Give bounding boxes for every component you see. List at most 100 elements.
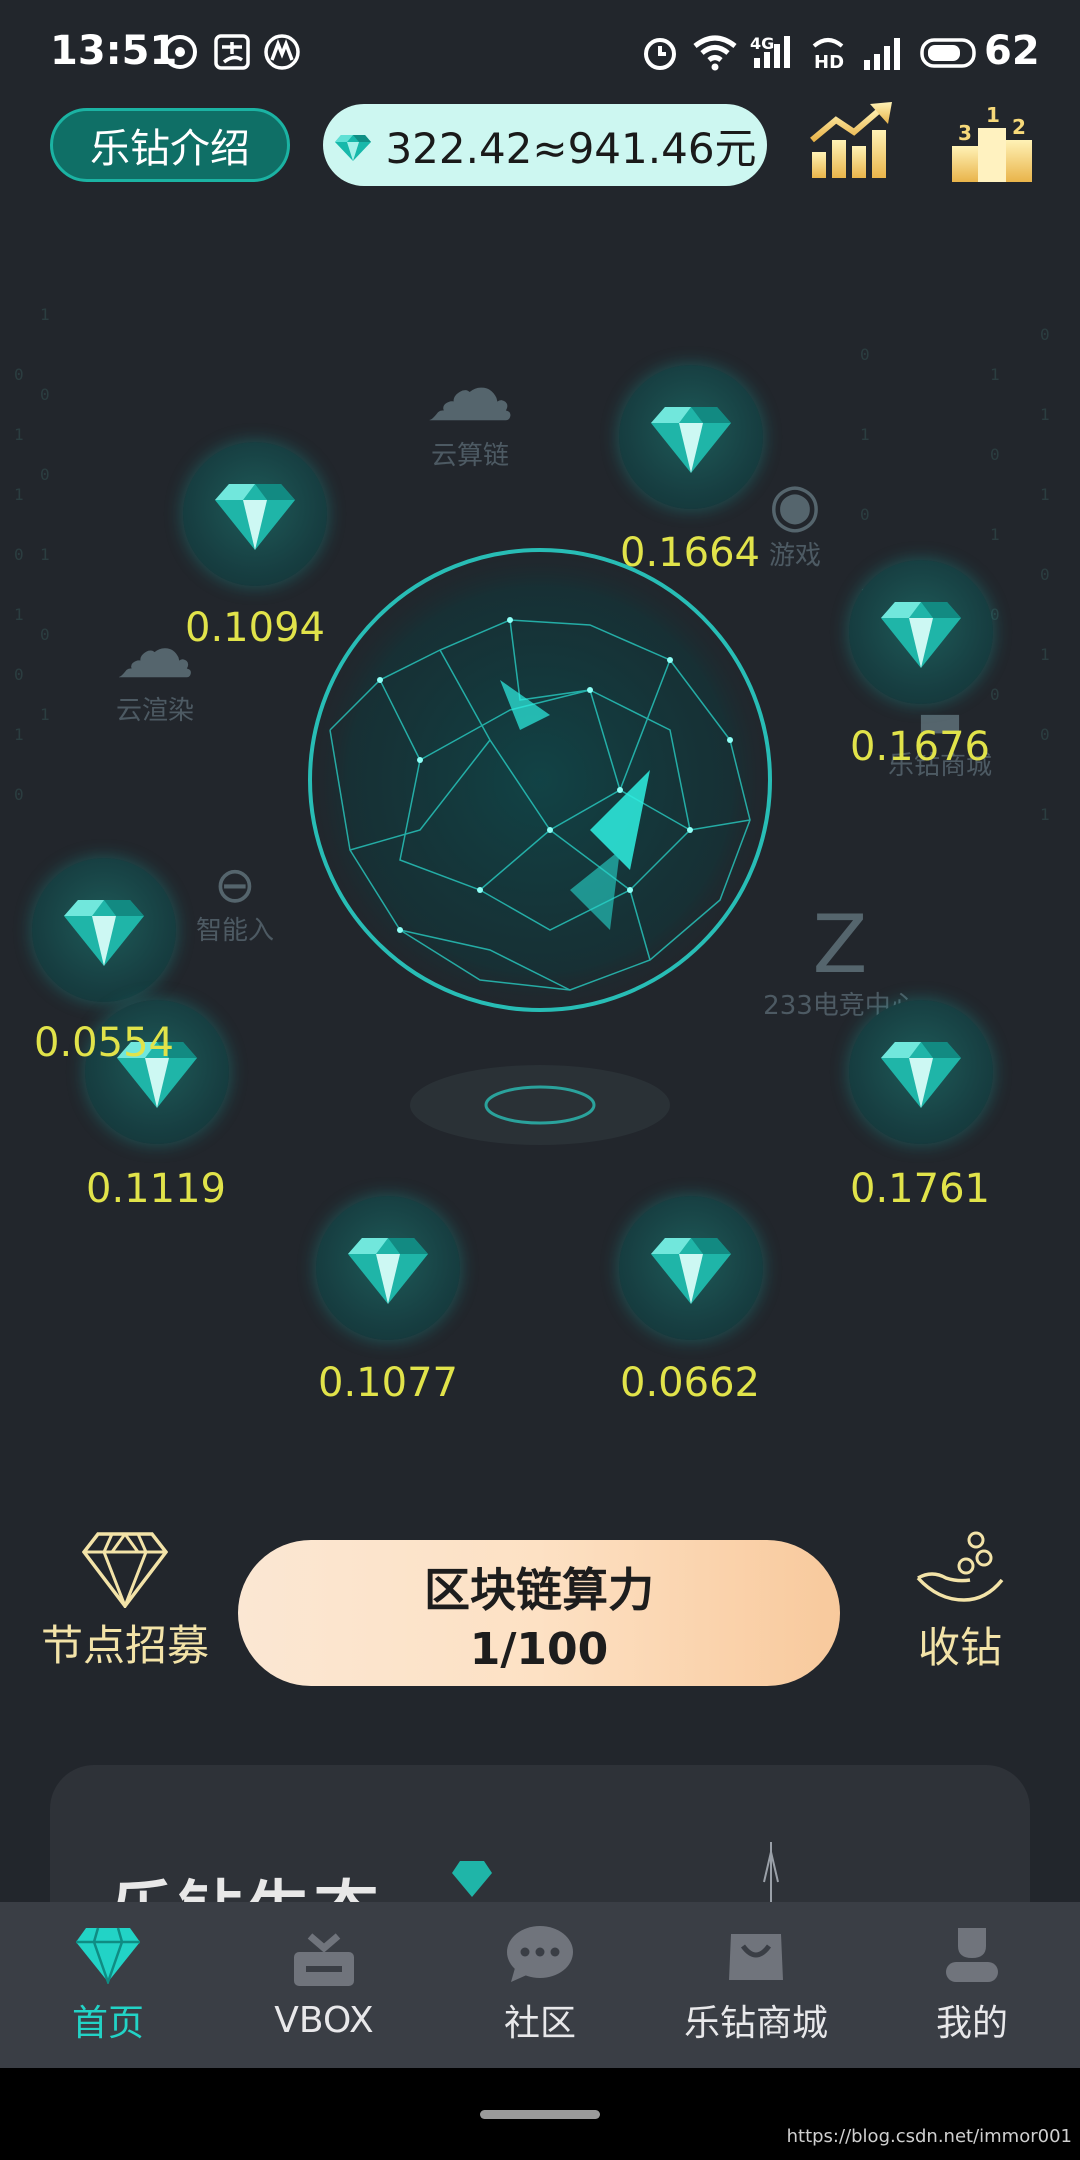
svg-text:1: 1 — [860, 425, 870, 444]
svg-text:0: 0 — [14, 545, 24, 564]
svg-text:1: 1 — [14, 485, 24, 504]
vbox-icon — [294, 1932, 354, 1986]
svg-text:1: 1 — [990, 365, 1000, 384]
svg-text:0: 0 — [40, 625, 50, 644]
gem-value-3: 0.1676 — [850, 724, 990, 770]
node-recruit-button[interactable]: 节点招募 — [30, 1530, 220, 1690]
gem-collect-8[interactable] — [619, 1196, 763, 1340]
svg-text:1: 1 — [1040, 645, 1050, 664]
gem-value-7: 0.1077 — [318, 1360, 458, 1406]
diamond-icon — [881, 602, 961, 668]
nav-label-home: 首页 — [71, 2003, 144, 2044]
nav-item-mall[interactable]: 乐钻商城 — [648, 1902, 864, 2068]
diamond-outline-icon — [81, 1532, 169, 1611]
nav-label-mine: 我的 — [935, 2003, 1008, 2044]
status-time: 13:51 — [50, 28, 178, 74]
metro-icon — [264, 34, 300, 70]
bottom-navigation: 首页 VBOX 社区 乐钻商城 我的 — [0, 1902, 1080, 2068]
svg-text:0: 0 — [860, 505, 870, 524]
diamond-icon — [881, 1042, 961, 1108]
diamond-icon — [64, 900, 144, 966]
bg-app-zhineng: ⊖ 智能入 — [180, 860, 290, 947]
svg-text:1: 1 — [40, 545, 50, 564]
svg-text:1: 1 — [986, 103, 1000, 127]
svg-text:1: 1 — [40, 305, 50, 324]
svg-text:1: 1 — [1040, 485, 1050, 504]
svg-text:0: 0 — [40, 385, 50, 404]
svg-text:0: 0 — [14, 365, 24, 384]
diamond-icon — [76, 1927, 140, 1984]
bg-label-zhineng: 智能入 — [195, 916, 274, 946]
battery-level: 62 — [984, 28, 1040, 74]
svg-text:0: 0 — [14, 785, 24, 804]
svg-text:0: 0 — [990, 445, 1000, 464]
node-recruit-label: 节点招募 — [40, 1621, 209, 1670]
nav-item-vbox[interactable]: VBOX — [216, 1902, 432, 2068]
svg-text:0: 0 — [1040, 565, 1050, 584]
tower-icon — [763, 1842, 779, 1902]
nav-label-mall: 乐钻商城 — [683, 2003, 828, 2044]
hand-coins-icon — [916, 1531, 1004, 1602]
svg-text:1: 1 — [990, 525, 1000, 544]
gem-value-5: 0.1119 — [86, 1166, 226, 1212]
gamepad-icon: ◉ — [768, 470, 822, 540]
alipay-icon — [214, 34, 250, 70]
shopping-bag-icon — [729, 1934, 783, 1980]
diamond-icon — [348, 1238, 428, 1304]
trend-chart-icon[interactable] — [808, 100, 896, 180]
nav-item-home[interactable]: 首页 — [0, 1902, 216, 2068]
compute-power-value: 1/100 — [469, 1624, 609, 1675]
bg-label-yunxuanran: 云渲染 — [115, 696, 194, 726]
gem-value-2: 0.1664 — [620, 530, 760, 576]
bg-label-yunsuanlian: 云算链 — [430, 441, 509, 471]
gem-value-1: 0.1094 — [185, 605, 325, 651]
alarm-icon — [644, 38, 676, 70]
gem-value-4: 0.0554 — [34, 1020, 174, 1066]
hd-call-icon: HD — [812, 38, 844, 72]
card-diamond-icon — [452, 1861, 492, 1897]
svg-text:3: 3 — [958, 121, 972, 145]
network-globe-graphic — [300, 540, 780, 1020]
gem-collect-7[interactable] — [316, 1196, 460, 1340]
svg-text:1: 1 — [14, 725, 24, 744]
chat-bubble-icon — [507, 1926, 573, 1982]
gem-value-8: 0.0662 — [620, 1360, 760, 1406]
svg-text:0: 0 — [860, 345, 870, 364]
svg-text:0: 0 — [1040, 325, 1050, 344]
collect-diamond-label: 收钻 — [917, 1623, 1002, 1672]
diamond-icon — [651, 1238, 731, 1304]
gem-collect-2[interactable] — [619, 365, 763, 509]
balance-pill[interactable]: 322.42≈941.46元 — [323, 104, 767, 186]
status-bar: 13:51 4G HD 62 — [0, 0, 1080, 106]
wifi-icon — [693, 35, 737, 71]
svg-text:0: 0 — [1040, 725, 1050, 744]
gem-value-6: 0.1761 — [850, 1166, 990, 1212]
compute-power-title: 区块链算力 — [424, 1563, 654, 1617]
balance-text: 322.42≈941.46元 — [385, 123, 757, 173]
home-gesture-bar[interactable] — [480, 2110, 600, 2119]
diamond-icon — [215, 484, 295, 550]
nav-label-community: 社区 — [503, 2003, 576, 2044]
gem-collect-4[interactable] — [32, 858, 176, 1002]
collect-diamond-button[interactable]: 收钻 — [900, 1530, 1020, 1690]
gem-collect-3[interactable] — [849, 560, 993, 704]
signal-icon-1 — [754, 36, 790, 68]
nav-item-mine[interactable]: 我的 — [864, 1902, 1080, 2068]
nav-label-vbox: VBOX — [274, 1999, 374, 2041]
app-notification-icon — [163, 35, 197, 69]
person-icon — [946, 1928, 998, 1982]
svg-text:0: 0 — [40, 465, 50, 484]
diamond-icon — [651, 407, 731, 473]
battery-icon — [920, 38, 976, 68]
svg-text:1: 1 — [40, 705, 50, 724]
intro-button[interactable]: 乐钻介绍 — [50, 108, 290, 182]
compute-power-button[interactable]: 区块链算力 1/100 — [238, 1540, 840, 1686]
gem-collect-1[interactable] — [183, 442, 327, 586]
signal-icon-2 — [864, 38, 900, 70]
svg-text:1: 1 — [14, 425, 24, 444]
gem-collect-6[interactable] — [849, 1000, 993, 1144]
leaderboard-icon[interactable]: 3 1 2 — [950, 100, 1034, 184]
nav-item-community[interactable]: 社区 — [432, 1902, 648, 2068]
smart-icon: ⊖ — [214, 856, 256, 914]
bg-app-yunsuanlian: ☁ 云算链 — [420, 345, 520, 472]
